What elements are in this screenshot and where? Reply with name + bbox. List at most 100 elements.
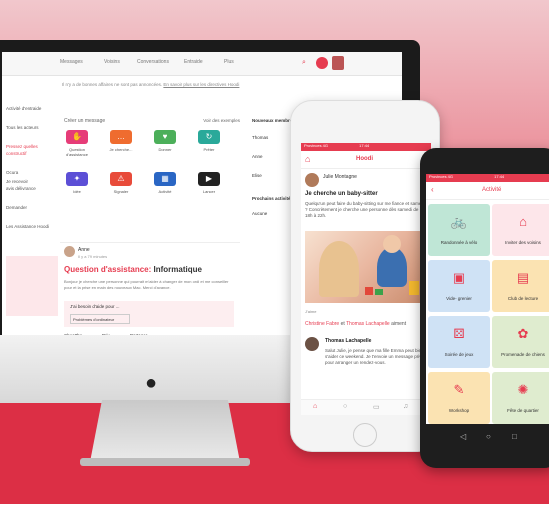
message-type-label: Signaler (113, 189, 129, 194)
nav-plus[interactable]: Plus (224, 59, 234, 65)
toy-block (365, 287, 373, 295)
tab-home-icon[interactable]: ⌂ (313, 403, 317, 410)
tab-notifications-icon[interactable]: ♫ (403, 403, 408, 410)
sidebar-item[interactable]: Les Assistance Hoodi (6, 224, 54, 229)
message-type-label: Lancer (202, 189, 216, 194)
post-photo (305, 231, 427, 303)
message-type-tile[interactable]: ▦ (154, 172, 176, 186)
author-avatar (305, 173, 319, 187)
like-button[interactable]: J'aime (305, 309, 316, 314)
sidebar-highlight (6, 256, 58, 316)
shop-icon: ▣ (452, 270, 466, 285)
activity-label: Promenade de chiens (501, 352, 545, 357)
imac-stand (90, 400, 240, 462)
post-title-topic: Informatique (153, 265, 202, 274)
tab-search-icon[interactable]: ○ (343, 403, 347, 410)
book-icon: ▤ (516, 270, 530, 285)
nav-entraide[interactable]: Entraide (184, 59, 203, 65)
nav-conversations[interactable]: Conversations (137, 59, 169, 65)
brand-name: Hoodi (356, 156, 373, 162)
notice-link[interactable]: En savoir plus sur les directives Hoodi (163, 82, 239, 87)
activity-tile[interactable]: ⚄ Soirée de jeux (428, 316, 490, 368)
activity-tile[interactable]: ▣ Vide- grenier (428, 260, 490, 312)
sidebar-item[interactable]: Pressez quelles (6, 144, 54, 149)
carrier: Provinces 4G (429, 174, 454, 179)
sidebar-item[interactable]: constructif (6, 151, 54, 156)
message-type-label: Prêter (203, 147, 215, 152)
help-button[interactable]: Problèmes d'ordinateur (70, 314, 130, 324)
message-type-tile[interactable]: ♥ (154, 130, 176, 144)
activity-label: Workshop (448, 408, 470, 413)
avatar[interactable] (332, 56, 344, 70)
photo-child (377, 247, 407, 287)
sidebar-item[interactable]: avis délivrance (6, 186, 54, 191)
commenter-name[interactable]: Thomas Lachapelle (325, 338, 371, 344)
android-frame: Provinces 4G 17:44 ‹ Activité 🚲 Randonnée… (420, 148, 549, 468)
back-icon[interactable]: ‹ (431, 185, 434, 194)
sidebar-item[interactable]: Demander (6, 205, 54, 210)
home-icon[interactable]: ⌂ (305, 154, 310, 164)
sidebar-item[interactable]: Ocura (6, 170, 54, 175)
screen-title: Activité (482, 187, 502, 193)
help-title: J'ai besoin d'aide pour ... (70, 304, 120, 309)
iphone-status-bar: Provinces 4G 17:44 (301, 143, 431, 151)
notice-bar: Il n'y a de bonnes affaires ne sont pas … (62, 82, 239, 87)
toy-block (409, 281, 419, 295)
nav-messages[interactable]: Messages (60, 59, 83, 65)
iphone-tab-bar: ⌂ ○ ▭ ♫ (301, 399, 431, 415)
nav-back-icon[interactable]: ◁ (460, 432, 466, 441)
search-icon[interactable]: ⌕ (302, 59, 306, 67)
message-type-tile[interactable]: … (110, 130, 132, 144)
marketing-hero: Messages Voisins Conversations Entraide … (0, 0, 549, 513)
likers-join: et (340, 321, 345, 327)
post-body: Quelqu'un peut faire du baby-sitting sur… (305, 201, 425, 218)
activity-tile[interactable]: ⌂ Inviter des voisins (492, 204, 549, 256)
android-nav-bar: ◁ ○ □ (420, 428, 549, 448)
message-type-label: Donner (158, 147, 172, 152)
home-button[interactable] (353, 423, 377, 447)
sidebar-item[interactable]: Je recevoir (6, 179, 54, 184)
activity-tile[interactable]: ✿ Promenade de chiens (492, 316, 549, 368)
post-author[interactable]: Anne (78, 247, 90, 253)
nav-recent-icon[interactable]: □ (512, 432, 517, 441)
post-body: Bonjour je cherche une personne qui pour… (64, 279, 229, 290)
activity-tile[interactable]: ✎ Workshop (428, 372, 490, 424)
status-time: 17:44 (494, 174, 505, 179)
nav-home-icon[interactable]: ○ (486, 432, 491, 441)
liker-name[interactable]: Christine Fabre (305, 321, 339, 327)
carrier: Provinces 4G (304, 143, 329, 148)
message-type-label: Activité (158, 189, 172, 194)
activity-tile[interactable]: 🚲 Randonnée à vélo (428, 204, 490, 256)
activity-label: Vide- grenier (446, 296, 472, 301)
iphone-screen: Provinces 4G 17:44 ⌂ Hoodi Julie Montagn… (301, 143, 431, 415)
liker-name[interactable]: Thomas Lachapelle (346, 321, 390, 327)
sidebar-item[interactable]: Activité d'entraide (6, 106, 54, 111)
message-type-label: Idée (73, 189, 81, 194)
message-type-tile[interactable]: ⚠ (110, 172, 132, 186)
activity-tile[interactable]: ✺ Fête de quartier (492, 372, 549, 424)
activity-tile[interactable]: ▤ Club de lecture (492, 260, 549, 312)
photo-child-head (383, 235, 401, 253)
help-box: J'ai besoin d'aide pour ... Problèmes d'… (64, 301, 234, 327)
message-type-tile[interactable]: ✋ (66, 130, 88, 144)
ticket-icon: ✎ (453, 382, 465, 397)
message-type-tile[interactable]: ✦ (66, 172, 88, 186)
notice-text: Il n'y a de bonnes affaires ne sont pas … (62, 82, 163, 87)
likers-suffix: aiment (391, 321, 407, 327)
tab-messages-icon[interactable]: ▭ (373, 403, 380, 411)
post-author[interactable]: Julie Montagne (323, 174, 357, 180)
photo-person (319, 241, 359, 297)
toy-block (375, 289, 383, 295)
message-type-label: Je cherche... (109, 147, 133, 152)
message-type-tile[interactable]: ↻ (198, 130, 220, 144)
nav-voisins[interactable]: Voisins (104, 59, 120, 65)
sidebar-item[interactable]: Tous les acteurs (6, 125, 54, 130)
dog-icon: ✿ (517, 326, 529, 341)
post-meta: Il y a 79 minutes (78, 254, 108, 259)
message-type-tile[interactable]: ▶ (198, 172, 220, 186)
imac-stand-foot (80, 458, 250, 466)
message-type-label: Question d'assistance (66, 147, 88, 157)
notification-icon[interactable] (316, 57, 328, 69)
card-title: Créer un message (64, 118, 106, 124)
examples-link[interactable]: Voir des exemples (203, 118, 240, 123)
